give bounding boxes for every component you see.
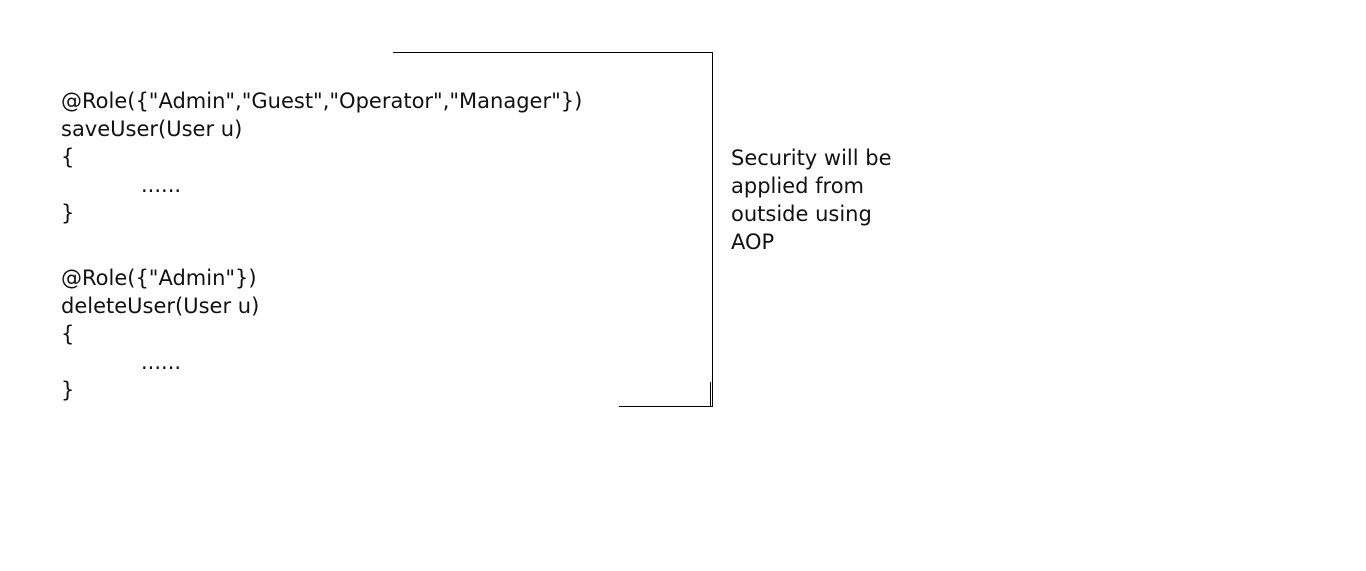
method1-close-brace: } [61,201,75,225]
aop-note: Security will be applied from outside us… [731,144,951,256]
method1-annotation: @Role({"Admin","Guest","Operator","Manag… [61,89,583,113]
method2-open-brace: { [61,322,75,346]
method2-annotation: @Role({"Admin"}) [61,266,257,290]
method1-signature: saveUser(User u) [61,117,243,141]
method2-body: ...... [141,350,182,374]
note-line: outside using [731,202,872,226]
note-line: applied from [731,174,864,198]
method2-close-brace: } [61,378,75,402]
method1-open-brace: { [61,145,75,169]
note-line: Security will be [731,146,892,170]
note-line: AOP [731,230,775,254]
method1-body: ...... [141,173,182,197]
bracket-top-line [393,52,713,53]
bracket-bottom-tick [710,382,711,406]
bracket-bottom-line [619,406,713,407]
method2-signature: deleteUser(User u) [61,294,260,318]
bracket-vertical-line [712,52,713,407]
